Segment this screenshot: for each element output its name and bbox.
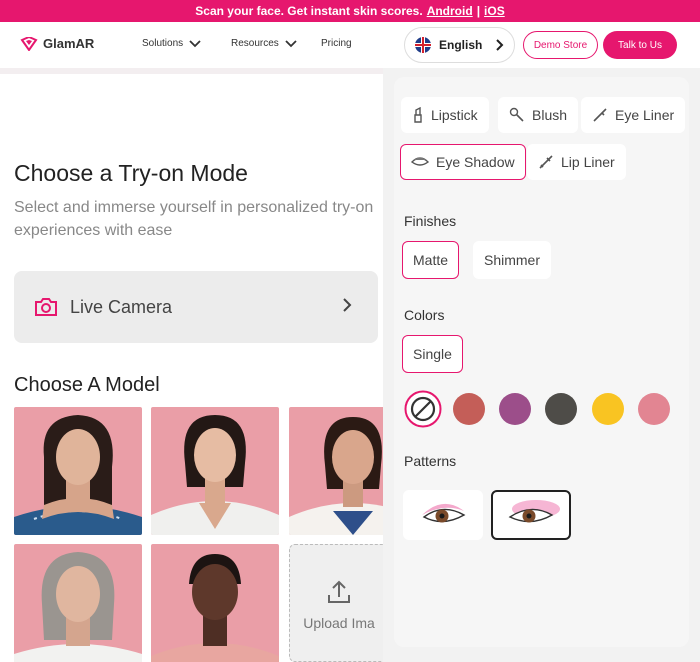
banner-separator: | [476, 4, 481, 18]
category-label: Blush [532, 107, 568, 123]
upload-image-button[interactable]: Upload Ima [289, 544, 383, 662]
models-title: Choose A Model [14, 374, 160, 396]
color-swatch[interactable] [638, 393, 670, 425]
no-color-swatch[interactable] [404, 390, 442, 428]
color-mode-single[interactable]: Single [402, 335, 463, 373]
try-on-mode-panel: Choose a Try-on Mode Select and immerse … [0, 68, 383, 662]
blush-brush-icon [509, 107, 524, 122]
model-photo [151, 415, 279, 535]
model-photo [151, 554, 279, 662]
banner-text: Scan your face. Get instant skin scores. [195, 4, 423, 18]
promo-banner: Scan your face. Get instant skin scores.… [0, 0, 700, 22]
lipstick-icon [414, 107, 422, 123]
color-swatch[interactable] [545, 393, 577, 425]
finish-label: Shimmer [484, 252, 541, 268]
pattern-option-selected[interactable] [491, 490, 571, 540]
category-lipstick[interactable]: Lipstick [401, 97, 489, 133]
chevron-down-icon [189, 39, 201, 47]
demo-store-button[interactable]: Demo Store [523, 31, 598, 59]
model-card[interactable] [151, 407, 279, 535]
eyeliner-icon [593, 108, 607, 122]
colors-heading: Colors [404, 307, 445, 323]
talk-to-us-button[interactable]: Talk to Us [603, 31, 677, 59]
android-link[interactable]: Android [427, 4, 473, 18]
model-card[interactable] [14, 544, 142, 662]
eye-pattern-icon [422, 503, 466, 523]
category-blush[interactable]: Blush [498, 97, 579, 133]
nav-resources-label: Resources [231, 38, 279, 49]
finish-label: Matte [413, 252, 449, 268]
uk-flag-icon [415, 37, 431, 53]
model-photo [14, 415, 142, 535]
color-swatch[interactable] [499, 393, 531, 425]
patterns-heading: Patterns [404, 453, 457, 469]
category-eye-shadow[interactable]: Eye Shadow [400, 144, 526, 180]
eye-pattern-icon [508, 500, 560, 523]
ios-link[interactable]: iOS [484, 4, 505, 18]
category-label: Eye Shadow [436, 154, 515, 170]
nav-resources[interactable]: Resources [231, 38, 297, 49]
pattern-option[interactable] [403, 490, 483, 540]
camera-icon [35, 298, 57, 316]
nav-solutions[interactable]: Solutions [142, 38, 201, 49]
color-swatch[interactable] [453, 393, 485, 425]
model-card[interactable] [14, 407, 142, 535]
finish-matte[interactable]: Matte [402, 241, 460, 279]
eye-shadow-icon [411, 157, 429, 166]
model-card[interactable] [289, 407, 383, 535]
language-label: English [439, 38, 483, 52]
category-label: Eye Liner [615, 107, 675, 123]
upload-icon [328, 580, 350, 603]
live-camera-button[interactable]: Live Camera [14, 271, 378, 343]
category-label: Lip Liner [561, 154, 615, 170]
nav-pricing-label: Pricing [321, 38, 352, 49]
chevron-right-icon [496, 39, 504, 51]
finishes-heading: Finishes [404, 213, 457, 229]
divider [0, 68, 383, 74]
chevron-down-icon [285, 39, 297, 47]
model-photo [289, 417, 383, 535]
logo-text: GlamAR [43, 36, 95, 51]
chevron-right-icon [343, 298, 352, 312]
finish-shimmer[interactable]: Shimmer [473, 241, 552, 279]
language-selector[interactable]: English [404, 27, 515, 63]
model-card[interactable] [151, 544, 279, 662]
glamar-logo-icon [20, 36, 38, 51]
category-eye-liner[interactable]: Eye Liner [581, 97, 686, 133]
color-mode-label: Single [413, 346, 452, 362]
upload-label: Upload Ima [303, 615, 375, 631]
live-camera-label: Live Camera [70, 296, 173, 317]
category-lip-liner[interactable]: Lip Liner [527, 144, 626, 180]
page-title: Choose a Try-on Mode [14, 160, 248, 186]
nav-pricing[interactable]: Pricing [321, 38, 352, 49]
logo[interactable]: GlamAR [20, 36, 94, 51]
page-subtitle: Select and immerse yourself in personali… [14, 199, 374, 239]
category-label: Lipstick [431, 107, 478, 123]
model-photo [14, 552, 142, 662]
lip-liner-icon [539, 155, 553, 169]
nav-solutions-label: Solutions [142, 38, 184, 49]
color-swatch[interactable] [592, 393, 624, 425]
